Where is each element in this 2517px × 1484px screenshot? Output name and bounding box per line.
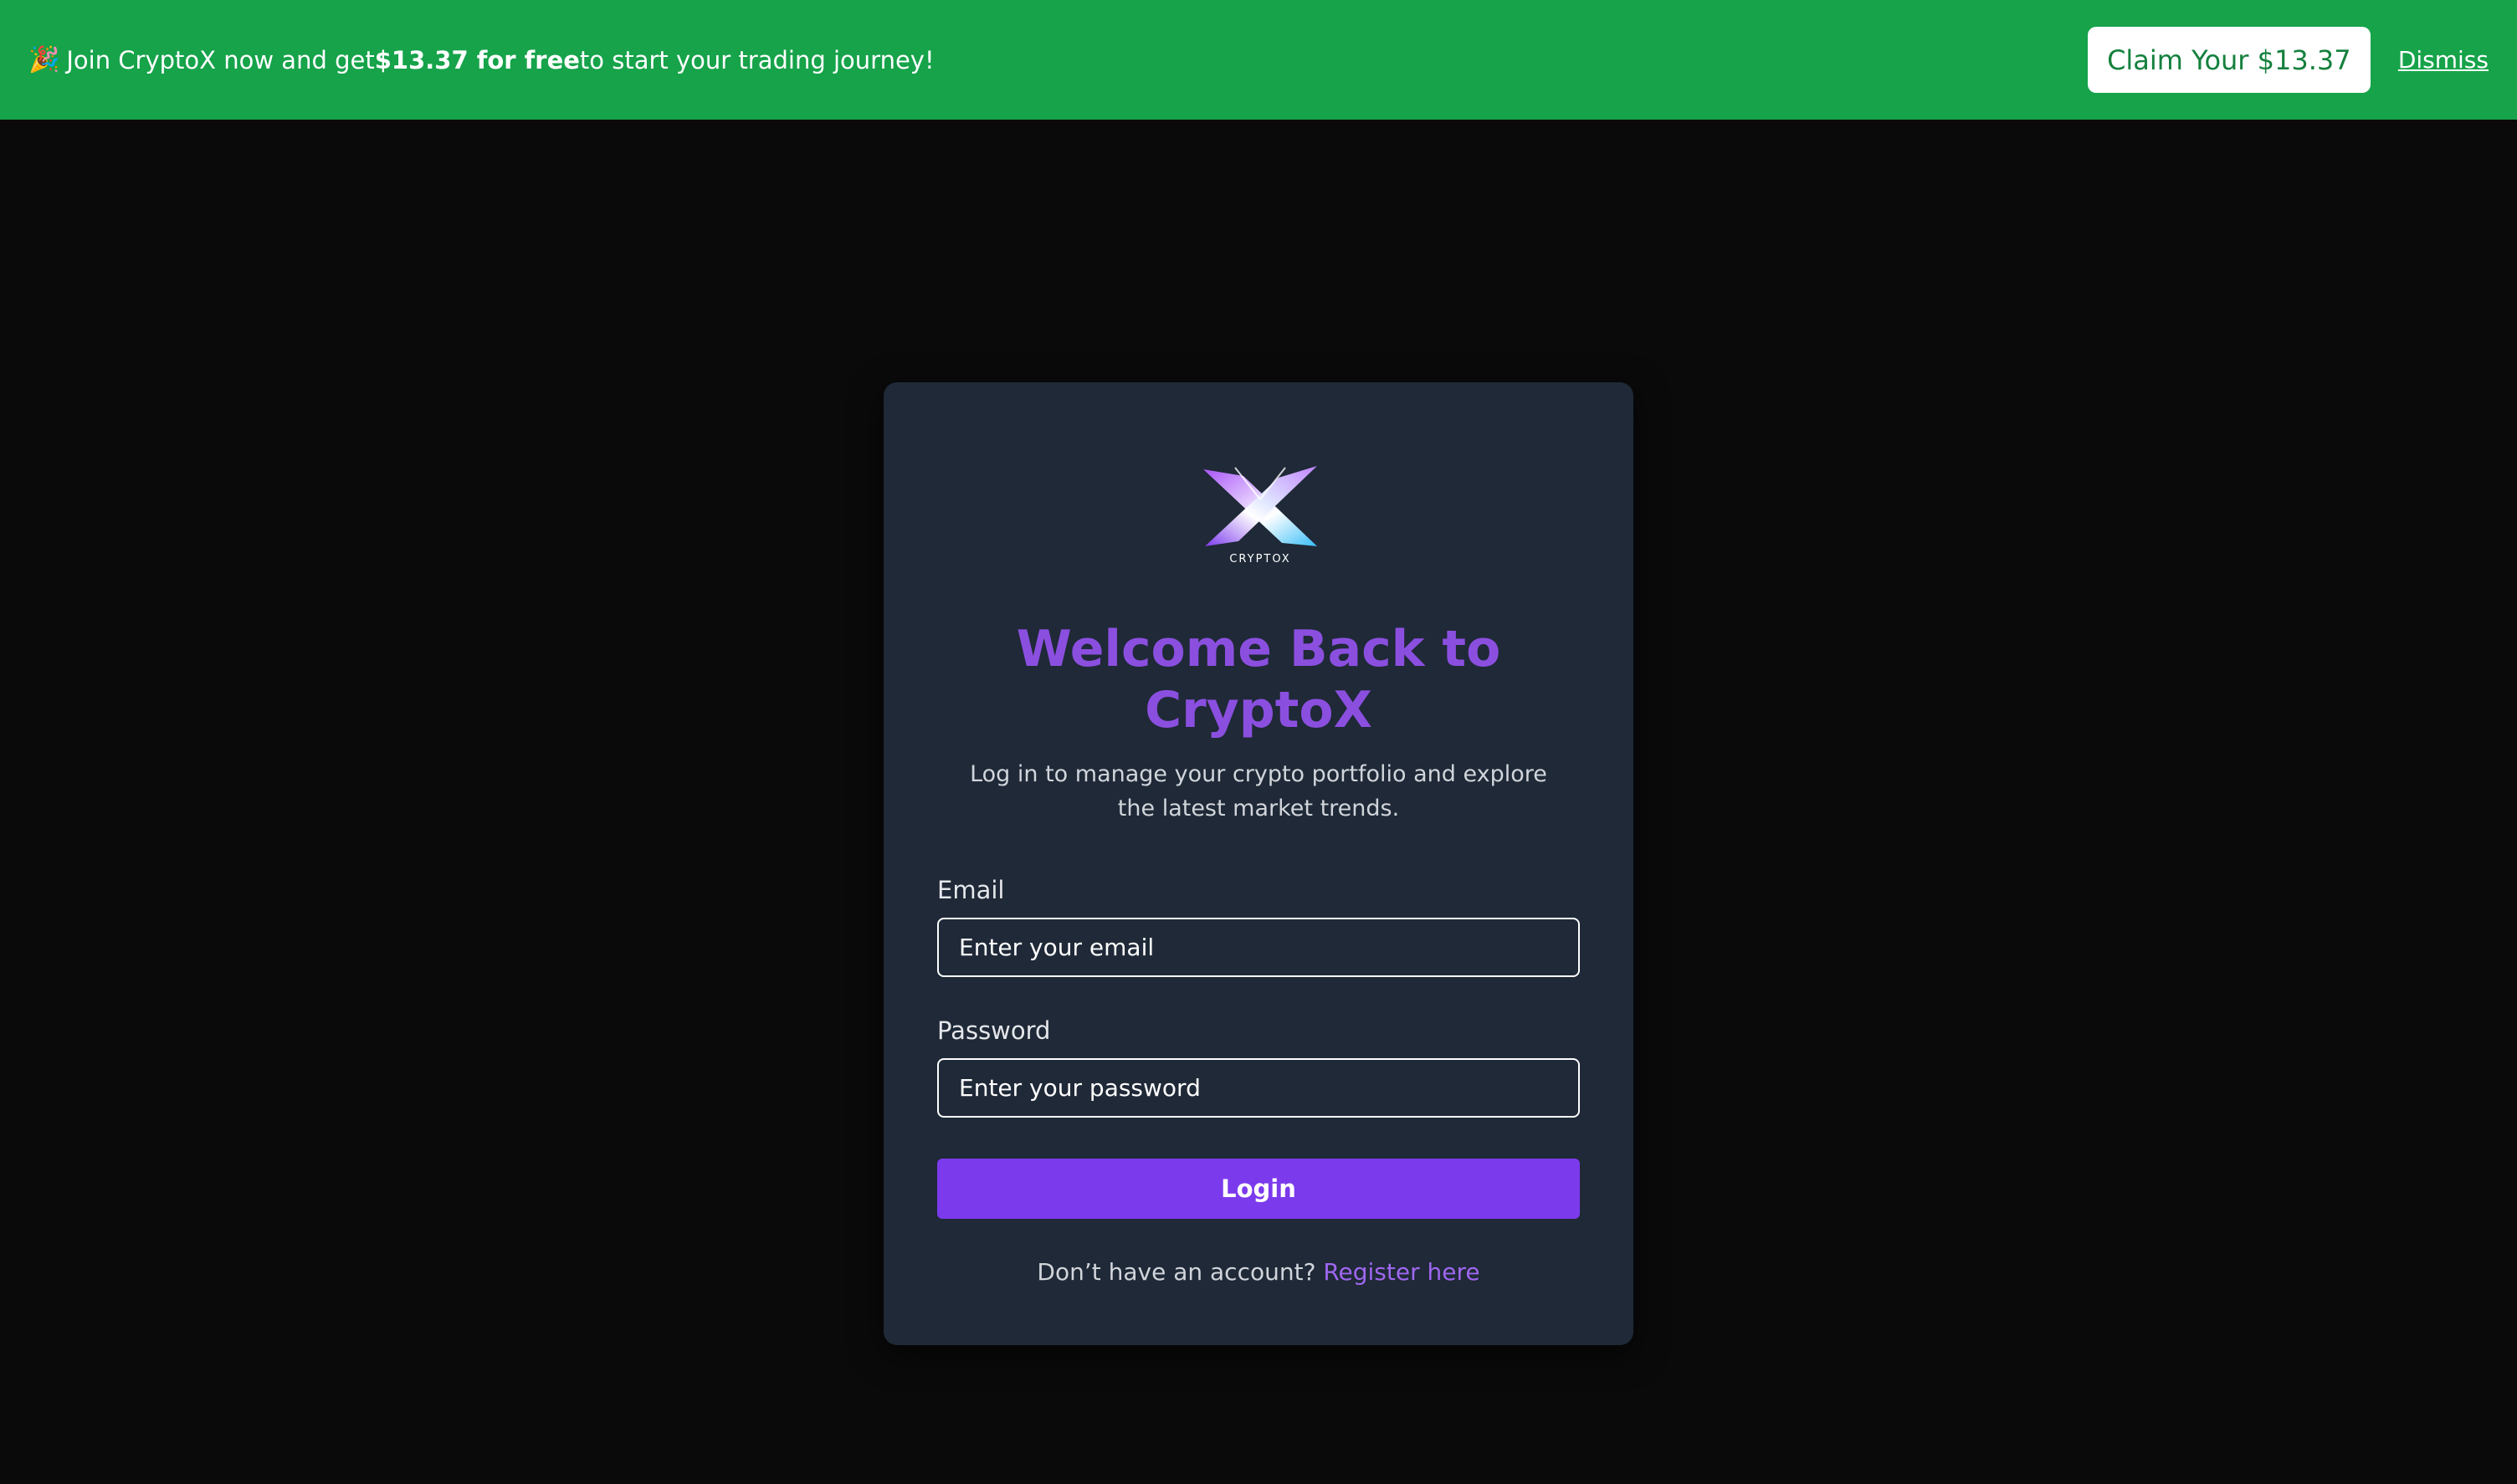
- cryptox-logo: CRYPTOX: [1202, 463, 1319, 565]
- promo-banner: 🎉 Join CryptoX now and get $13.37 for fr…: [0, 0, 2517, 120]
- promo-text-after: to start your trading journey!: [579, 45, 935, 74]
- page-title: Welcome Back to CryptoX: [1016, 620, 1501, 739]
- banner-actions: Claim Your $13.37 Dismiss: [2087, 27, 2489, 93]
- promo-text-before: Join CryptoX now and get: [66, 45, 375, 74]
- x-logo-icon: [1203, 466, 1317, 546]
- register-link[interactable]: Register here: [1323, 1258, 1479, 1286]
- dismiss-link[interactable]: Dismiss: [2398, 46, 2489, 74]
- email-input[interactable]: [937, 918, 1580, 977]
- party-popper-icon: 🎉: [28, 45, 60, 74]
- claim-button[interactable]: Claim Your $13.37: [2087, 27, 2371, 93]
- promo-text-bold: $13.37 for free: [374, 45, 580, 74]
- promo-message: 🎉 Join CryptoX now and get $13.37 for fr…: [28, 45, 935, 74]
- email-label: Email: [937, 876, 1005, 904]
- login-card: CRYPTOX Welcome Back to CryptoX Log in t…: [884, 382, 1633, 1345]
- password-label: Password: [937, 1016, 1051, 1045]
- register-prompt: Don’t have an account? Register here: [884, 1258, 1633, 1286]
- page-subtitle: Log in to manage your crypto portfolio a…: [970, 761, 1547, 821]
- logo-text: CRYPTOX: [1229, 553, 1291, 565]
- password-input[interactable]: [937, 1058, 1580, 1118]
- register-prompt-text: Don’t have an account?: [1037, 1258, 1324, 1286]
- login-button[interactable]: Login: [937, 1159, 1580, 1219]
